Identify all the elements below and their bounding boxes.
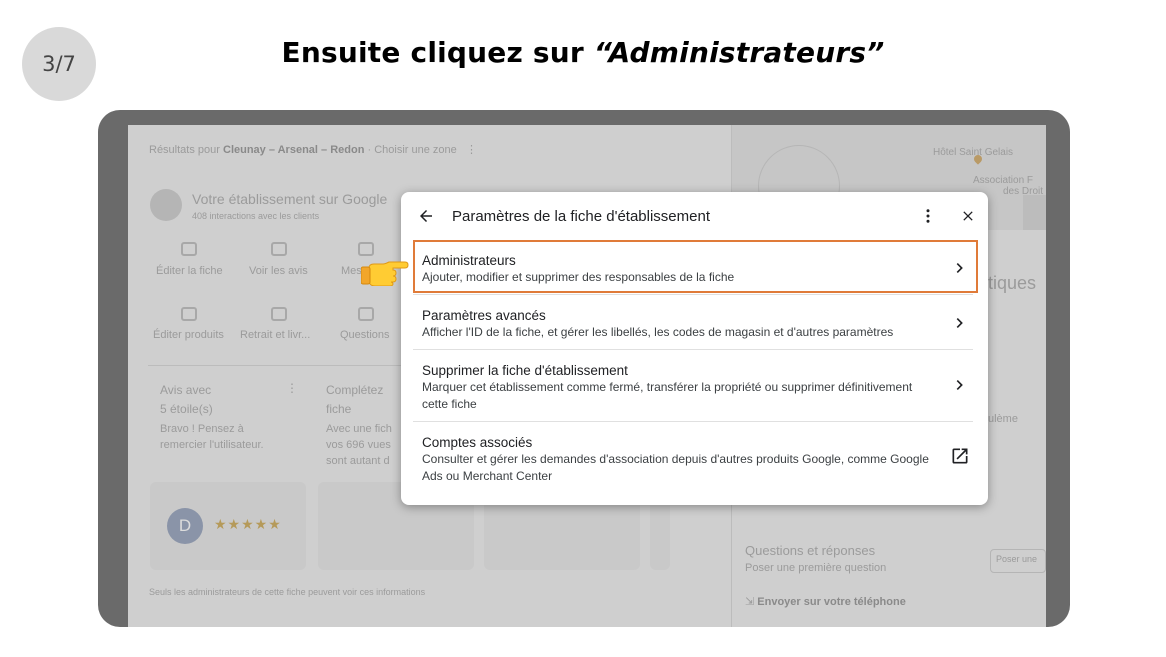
card-reviews-text: Bravo ! Pensez à [160,423,244,435]
card-complete-title-2: fiche [326,402,352,416]
action-reviews[interactable]: Voir les avis [249,265,308,277]
business-avatar [150,189,182,221]
card-complete-title: Complétez [326,383,384,397]
dialog-header: Paramètres de la fiche d'établissement [401,192,988,240]
advanced-settings-desc: Afficher l'ID de la fiche, et gérer les … [422,325,894,339]
advanced-settings-item[interactable]: Paramètres avancés Afficher l'ID de la f… [413,307,978,347]
products-icon [181,307,197,321]
chevron-right-icon [956,318,963,328]
send-to-phone[interactable]: ⇲ Envoyer sur votre téléphone [745,595,906,608]
row-divider [413,349,973,350]
reviews-icon [271,242,287,256]
messages-icon [358,242,374,256]
partial-text: ulème [988,413,1018,425]
edit-profile-icon [181,242,197,256]
action-pickup-delivery[interactable]: Retrait et livr... [240,329,310,341]
pointing-hand-icon [360,258,409,291]
slide-title-prefix: Ensuite cliquez sur [281,36,594,69]
choose-zone-link[interactable]: · Choisir une zone [367,144,456,156]
external-link-icon [952,448,968,464]
close-icon[interactable] [956,204,980,228]
delete-profile-title: Supprimer la fiche d'établissement [422,363,628,378]
map-label-droits: des Droit [1003,186,1044,197]
settings-dialog: Paramètres de la fiche d'établissement A… [401,192,988,505]
row-divider [413,294,973,295]
more-vert-icon[interactable] [916,204,940,228]
admin-only-note: Seuls les administrateurs de cette fiche… [149,587,426,597]
questions-icon [358,307,374,321]
map-label-association: Association F [973,175,1034,186]
row-divider [413,421,973,422]
rating-stars: ★★★★★ [214,516,282,532]
card-complete-text: Avec une fich [326,423,392,435]
map-label-hotel: Hôtel Saint Gelais [933,147,1014,158]
results-header: Résultats pour Cleunay – Arsenal – Redon… [149,144,477,156]
delete-profile-item[interactable]: Supprimer la fiche d'établissement Marqu… [413,362,978,420]
card-reviews-title: Avis avec [160,383,212,397]
action-edit-profile[interactable]: Éditer la fiche [156,265,223,277]
calendar-icon [271,307,287,321]
reviewer-avatar: D [167,508,203,544]
card-complete-text-3: sont autant d [326,455,390,467]
advanced-settings-title: Paramètres avancés [422,308,546,323]
action-edit-products[interactable]: Éditer produits [153,329,224,341]
card-reviews-title-2: 5 étoile(s) [160,402,213,416]
send-phone-icon: ⇲ [745,596,758,608]
map-photo [1023,195,1046,230]
card-reviews-text-2: remercier l'utilisateur. [160,439,264,451]
linked-accounts-desc: Consulter et gérer les demandes d'associ… [422,452,929,483]
slide-title-emphasis: “Administrateurs” [593,36,885,69]
dialog-title: Paramètres de la fiche d'établissement [452,208,710,225]
back-arrow-icon[interactable] [414,204,438,228]
interactions-count: 408 interactions avec les clients [192,211,320,221]
business-title: Votre établissement sur Google [192,191,388,207]
card-menu-icon[interactable]: ⋮ [286,381,298,395]
more-icon: ⋮ [459,144,477,156]
administrators-highlight [413,240,978,293]
action-questions[interactable]: Questions [340,329,390,341]
linked-accounts-item[interactable]: Comptes associés Consulter et gérer les … [413,434,978,492]
qa-title: Questions et réponses [745,543,876,558]
linked-accounts-title: Comptes associés [422,435,533,450]
delete-profile-desc: Marquer cet établissement comme fermé, t… [422,380,913,411]
card-complete-text-2: vos 696 vues [326,439,391,451]
qa-first-question-link[interactable]: Poser une première question [745,562,886,574]
ask-question-label: Poser une [996,554,1038,564]
partial-heading: tiques [988,273,1037,293]
chevron-right-icon [956,380,963,390]
slide-title: Ensuite cliquez sur “Administrateurs” [0,36,1166,69]
